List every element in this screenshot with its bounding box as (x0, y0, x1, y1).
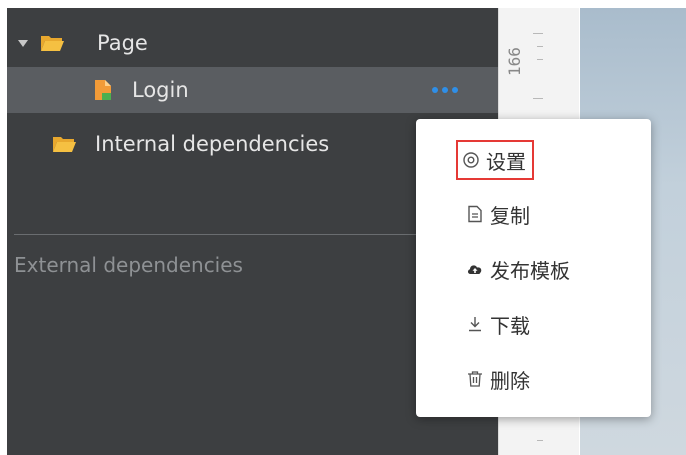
gear-icon (463, 152, 479, 168)
menu-item-label: 设置 (486, 149, 526, 174)
download-icon (469, 317, 481, 332)
app-window: Page Login Internal dependencies Externa… (0, 0, 686, 455)
cloud-upload-icon (467, 265, 482, 274)
menu-item-delete[interactable]: 删除 (466, 361, 530, 397)
tree-item-login[interactable]: Login (7, 67, 498, 113)
more-options-icon[interactable] (432, 87, 458, 93)
tree-item-label: Login (132, 78, 189, 102)
context-menu: 设置 复制 发布模板 下载 删除 (416, 119, 651, 417)
tree-item-label: Internal dependencies (95, 132, 330, 156)
external-dependencies-heading: External dependencies (14, 253, 243, 277)
menu-item-label: 复制 (490, 203, 530, 228)
tree-item-label: Page (97, 31, 148, 55)
trash-icon (468, 371, 482, 387)
caret-down-icon[interactable] (18, 39, 28, 47)
section-divider (14, 234, 434, 235)
folder-open-icon (53, 137, 76, 152)
menu-item-label: 发布模板 (490, 258, 570, 283)
page-file-icon (95, 80, 111, 100)
menu-item-label: 下载 (490, 313, 530, 338)
folder-open-icon (41, 36, 64, 51)
menu-item-copy[interactable]: 复制 (466, 196, 530, 232)
tree-item-page[interactable]: Page (7, 20, 498, 66)
menu-item-label: 删除 (490, 368, 530, 393)
menu-item-download[interactable]: 下载 (466, 306, 530, 342)
menu-item-publish-template[interactable]: 发布模板 (466, 251, 570, 287)
ruler-number: 166 (505, 47, 524, 76)
copy-icon (468, 205, 482, 223)
menu-item-settings[interactable]: 设置 (456, 140, 534, 180)
